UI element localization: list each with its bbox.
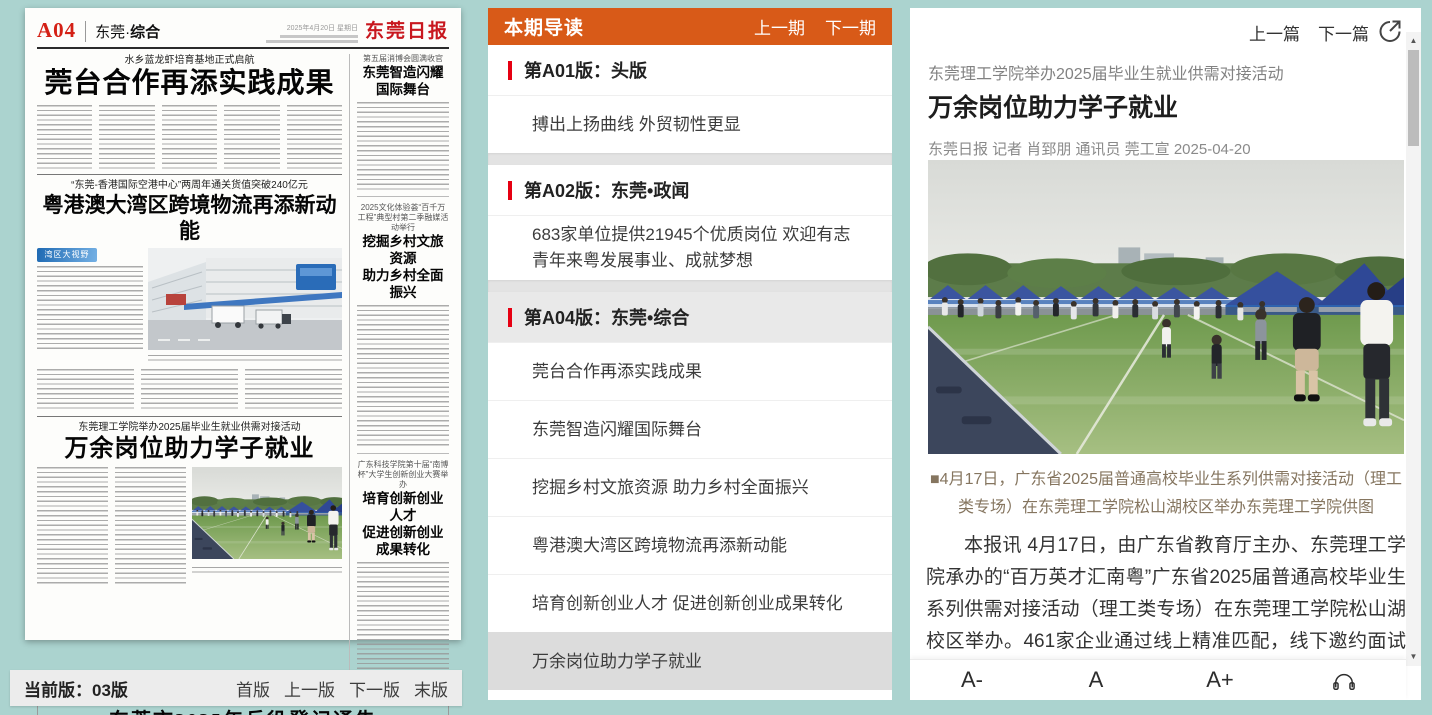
next-issue-link[interactable]: 下一期 xyxy=(825,14,876,39)
font-smaller-button[interactable]: A- xyxy=(910,667,1034,693)
toc-section-a01[interactable]: 第A01版：头版 xyxy=(488,45,892,95)
article2-headline: 粤港澳大湾区跨境物流再添新动能 xyxy=(37,192,342,244)
section-divider xyxy=(488,280,892,292)
paper-dateline: 2025年4月20日 星期日 xyxy=(266,24,358,43)
newspaper-header: A04 东莞·综合 2025年4月20日 星期日 东莞日报 xyxy=(37,16,449,49)
share-icon[interactable] xyxy=(1377,18,1403,44)
article-kicker: 东莞理工学院举办2025届毕业生就业供需对接活动 xyxy=(928,60,1388,84)
last-page-link[interactable]: 末版 xyxy=(414,676,448,701)
masthead-logo: 东莞日报 xyxy=(365,16,449,43)
prev-issue-link[interactable]: 上一期 xyxy=(754,14,805,39)
article1-kicker: 水乡蓝龙虾培育基地正式启航 xyxy=(37,54,342,67)
paper-side-article-3: 广东科技学院第十届“南博杯”大学生创新创业大赛举办 培育创新创业人才 促进创新创… xyxy=(357,460,449,690)
font-normal-button[interactable]: A xyxy=(1034,667,1158,693)
page-section-name: 东莞·综合 xyxy=(85,21,160,42)
scroll-up-arrow[interactable]: ▲ xyxy=(1406,34,1421,48)
bay-area-badge: 湾区大视野 xyxy=(37,248,97,262)
article-nav: 上一篇 下一篇 xyxy=(1249,20,1369,45)
article3-headline: 万余岗位助力学子就业 xyxy=(37,434,342,464)
article3-kicker: 东莞理工学院举办2025届毕业生就业供需对接活动 xyxy=(37,421,342,434)
section-marker xyxy=(508,308,512,327)
article-photo xyxy=(928,160,1404,454)
toc-section-a02[interactable]: 第A02版：东莞•政闻 xyxy=(488,165,892,215)
toc-item-a04-3[interactable]: 挖掘乡村文旅资源 助力乡村全面振兴 xyxy=(488,458,892,516)
article-scrollbar: ▲ ▼ xyxy=(1406,32,1421,666)
article2-kicker: “东莞-香港国际空港中心”两周年通关货值突破240亿元 xyxy=(37,179,342,192)
toc-item-a04-1[interactable]: 莞台合作再添实践成果 xyxy=(488,342,892,400)
article-byline: 东莞日报 记者 肖郅朋 通讯员 莞工宣 2025-04-20 xyxy=(928,138,1388,159)
toc-section-a04[interactable]: 第A04版：东莞•综合 xyxy=(488,292,892,342)
paper-article-1: 水乡蓝龙虾培育基地正式启航 莞台合作再添实践成果 xyxy=(37,54,342,169)
toc-item-a04-6-selected[interactable]: 万余岗位助力学子就业 xyxy=(488,632,892,690)
side1-headline: 东莞智造闪耀国际舞台 xyxy=(357,64,449,98)
listen-button[interactable] xyxy=(1282,667,1406,693)
scrollbar-thumb[interactable] xyxy=(1408,50,1419,146)
reader-toolbar: A- A A+ xyxy=(910,659,1406,700)
prev-page-link[interactable]: 上一版 xyxy=(284,676,335,701)
newspaper-page-image[interactable]: A04 东莞·综合 2025年4月20日 星期日 东莞日报 水乡蓝龙虾培育基地正… xyxy=(25,8,461,640)
first-page-link[interactable]: 首版 xyxy=(236,676,270,701)
section-marker xyxy=(508,181,512,200)
page-number: A04 xyxy=(37,18,76,43)
toc-title: 本期导读 xyxy=(504,13,584,40)
font-larger-button[interactable]: A+ xyxy=(1158,667,1282,693)
paper-side-article-2: 2025文化体验荟“百千万工程”典型村第二季融媒活动举行 挖掘乡村文旅资源 助力… xyxy=(357,203,449,447)
toc-item-a04-4[interactable]: 粤港澳大湾区跨境物流再添新动能 xyxy=(488,516,892,574)
article-reader-panel: 上一篇 下一篇 东莞理工学院举办2025届毕业生就业供需对接活动 万余岗位助力学… xyxy=(910,8,1421,700)
logistics-photo xyxy=(148,248,342,350)
notice-headline: 东莞市2025年兵役登记通告 xyxy=(47,709,439,715)
toc-item-a04-2[interactable]: 东莞智造闪耀国际舞台 xyxy=(488,400,892,458)
next-article-link[interactable]: 下一篇 xyxy=(1318,20,1369,45)
article1-headline: 莞台合作再添实践成果 xyxy=(37,67,342,100)
prev-article-link[interactable]: 上一篇 xyxy=(1249,20,1300,45)
section-marker xyxy=(508,61,512,80)
issue-toc-panel: 本期导读 上一期 下一期 第A01版：头版 搏出上扬曲线 外贸韧性更显 第A02… xyxy=(488,8,892,700)
toc-item-a04-5[interactable]: 培育创新创业人才 促进创新创业成果转化 xyxy=(488,574,892,632)
jobfair-photo-mini xyxy=(192,467,342,559)
epaper-reader-window: A04 东莞·综合 2025年4月20日 星期日 东莞日报 水乡蓝龙虾培育基地正… xyxy=(0,0,1432,715)
toc-item-a02-1[interactable]: 683家单位提供21945个优质岗位 欢迎有志青年来粤发展事业、成就梦想 xyxy=(488,215,892,280)
toc-header-bar: 本期导读 上一期 下一期 xyxy=(488,8,892,45)
paper-article-2: “东莞-香港国际空港中心”两周年通关货值突破240亿元 粤港澳大湾区跨境物流再添… xyxy=(37,179,342,411)
toc-item-a01-1[interactable]: 搏出上扬曲线 外贸韧性更显 xyxy=(488,95,892,153)
article-title: 万余岗位助力学子就业 xyxy=(928,88,1388,124)
paper-side-article-1: 第五届消博会圆满收官 东莞智造闪耀国际舞台 xyxy=(357,54,449,190)
next-page-link[interactable]: 下一版 xyxy=(349,676,400,701)
page-nav-bar: 当前版：03版 首版 上一版 下一版 末版 xyxy=(10,670,462,706)
section-divider xyxy=(488,153,892,165)
paper-article-3: 东莞理工学院举办2025届毕业生就业供需对接活动 万余岗位助力学子就业 xyxy=(37,421,342,585)
headphones-icon xyxy=(1331,670,1357,692)
current-page-label: 当前版：03版 xyxy=(24,676,128,701)
scroll-down-arrow[interactable]: ▼ xyxy=(1406,650,1421,664)
photo-caption: ■4月17日，广东省2025届普通高校毕业生系列供需对接活动（理工类专场）在东莞… xyxy=(928,466,1404,522)
